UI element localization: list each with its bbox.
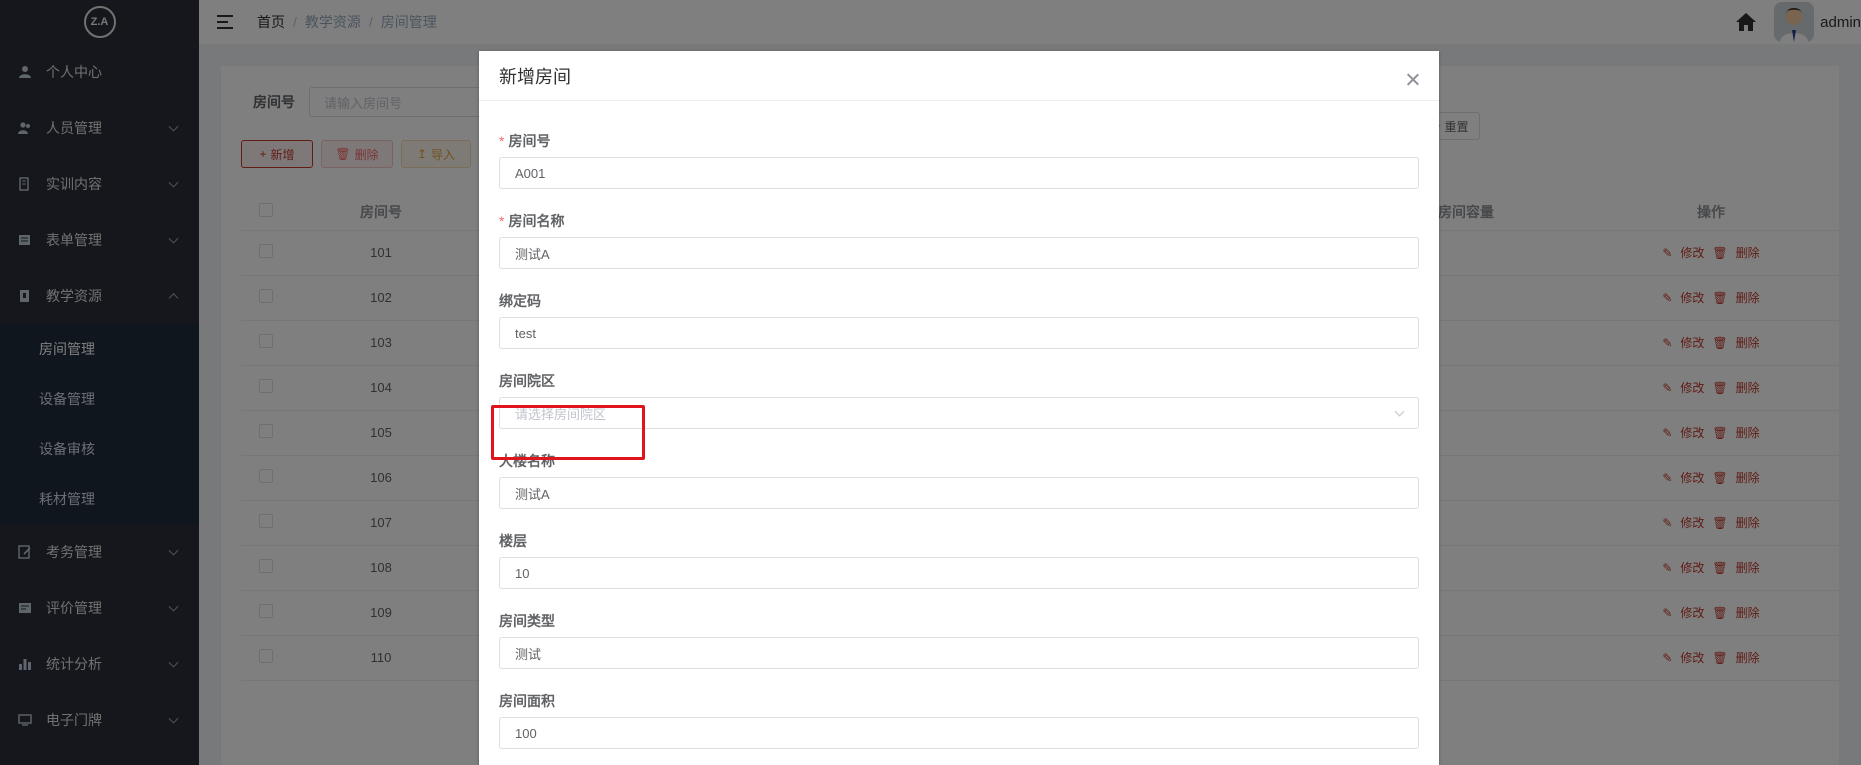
form-label: * 房间号 (499, 131, 1419, 151)
room-number-input[interactable]: A001 (499, 157, 1419, 189)
form-label-text: 房间名称 (508, 213, 565, 229)
highlight-box (491, 405, 645, 460)
form-label-text: 房间类型 (499, 613, 555, 629)
form-item-binding-code: 绑定码 test (499, 291, 1419, 349)
dialog-header: 新增房间 (479, 51, 1439, 101)
form-label: 房间类型 (499, 611, 1419, 631)
floor-input[interactable]: 10 (499, 557, 1419, 589)
form-label-text: 绑定码 (499, 293, 541, 309)
form-label-text: 房间号 (508, 133, 551, 149)
form-label: 楼层 (499, 531, 1419, 551)
form-label: 绑定码 (499, 291, 1419, 311)
form-label-text: 房间面积 (499, 693, 555, 709)
required-asterisk: * (499, 133, 505, 149)
dialog-title: 新增房间 (499, 66, 571, 87)
close-icon[interactable] (1407, 73, 1419, 85)
form-label-text: 房间院区 (499, 373, 555, 389)
chevron-down-icon (1394, 406, 1405, 417)
form-item-room-type: 房间类型 测试 (499, 611, 1419, 669)
form-label: 房间院区 (499, 371, 1419, 391)
form-item-room-area: 房间面积 100 (499, 691, 1419, 749)
form-item-room-number: * 房间号 A001 (499, 131, 1419, 189)
binding-code-input[interactable]: test (499, 317, 1419, 349)
room-area-input[interactable]: 100 (499, 717, 1419, 749)
room-name-input[interactable]: 测试A (499, 237, 1419, 269)
room-type-input[interactable]: 测试 (499, 637, 1419, 669)
form-item-floor: 楼层 10 (499, 531, 1419, 589)
required-asterisk: * (499, 213, 505, 229)
form-label: * 房间名称 (499, 211, 1419, 231)
building-name-input[interactable]: 测试A (499, 477, 1419, 509)
form-label-text: 楼层 (499, 533, 527, 549)
form-item-room-name: * 房间名称 测试A (499, 211, 1419, 269)
form-label: 房间面积 (499, 691, 1419, 711)
